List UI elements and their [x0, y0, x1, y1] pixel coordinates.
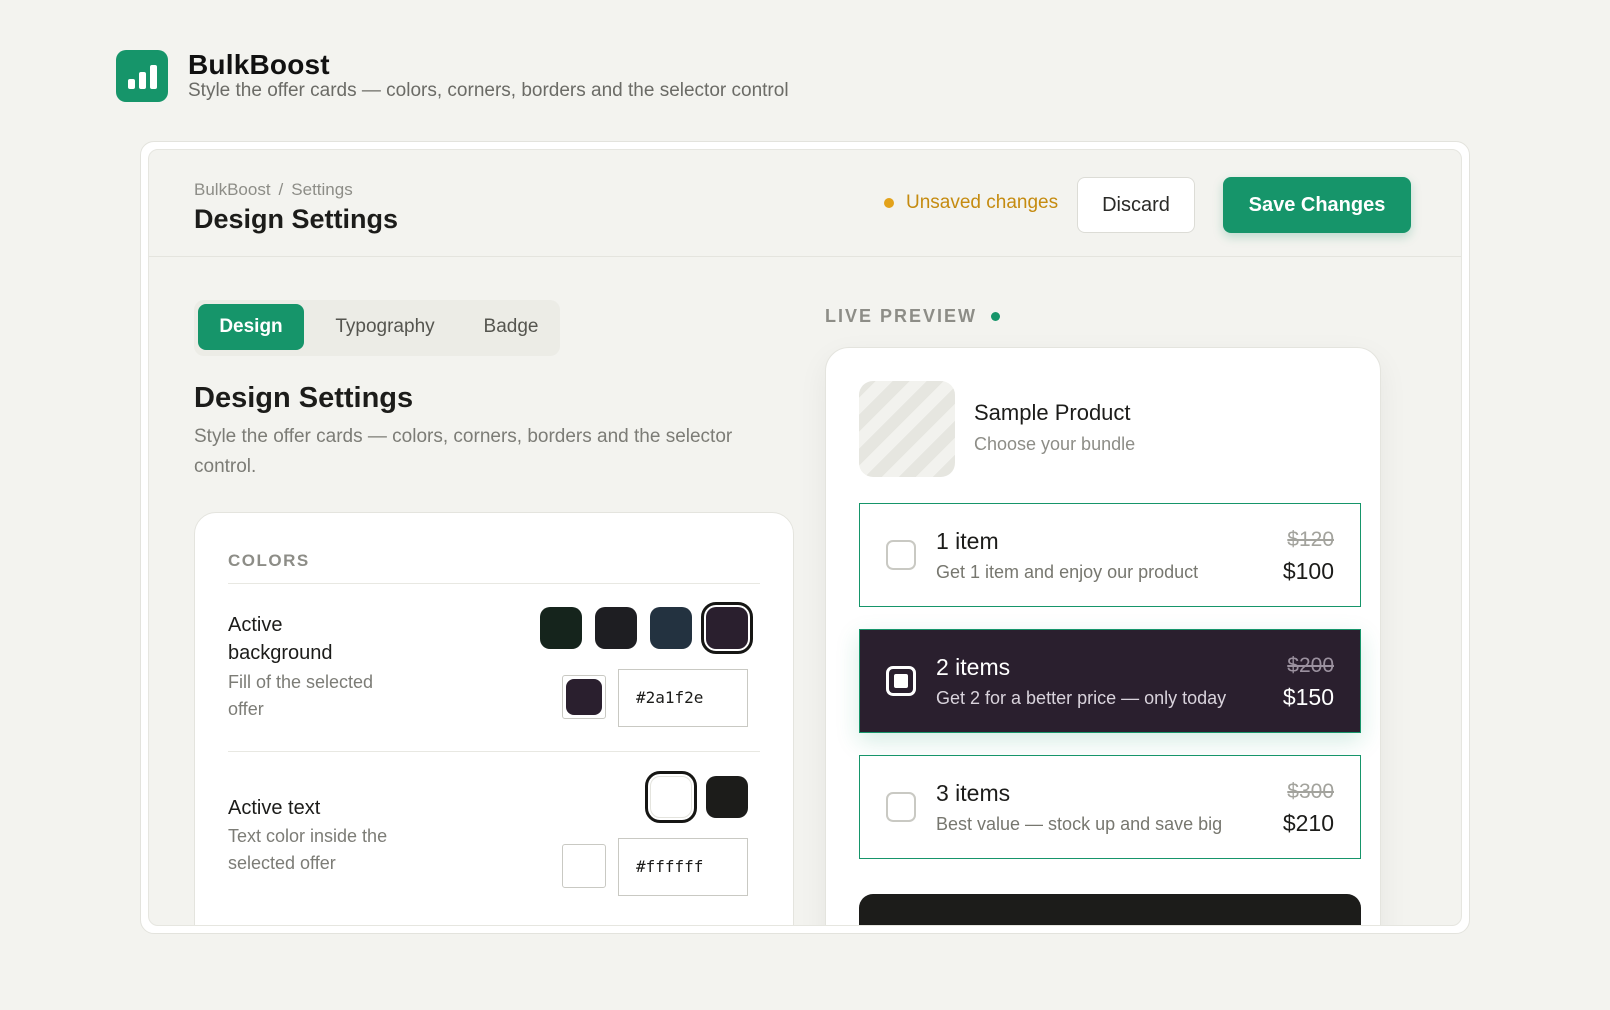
- active-background-title: Active background: [228, 614, 333, 664]
- colors-card: COLORS Active background Fill of the sel…: [194, 512, 794, 925]
- live-preview-label: LIVE PREVIEW: [825, 306, 1001, 327]
- section-description: Style the offer cards — colors, corners,…: [194, 426, 733, 477]
- offer-old-price: $200: [1287, 654, 1334, 677]
- page-title: Design Settings: [194, 204, 399, 234]
- checkbox-icon[interactable]: [886, 792, 916, 822]
- tab-typography[interactable]: Typography: [310, 304, 460, 350]
- product-subtitle: Choose your bundle: [974, 434, 1136, 454]
- offer-title: 2 items: [936, 654, 1011, 680]
- section-title: Design Settings: [194, 382, 414, 414]
- settings-topbar: BulkBoost / Settings Design Settings Unsav…: [149, 150, 1461, 257]
- active-text-hex-input[interactable]: #ffffff: [618, 838, 748, 896]
- divider: [228, 583, 760, 584]
- offer-title: 3 items: [936, 780, 1011, 806]
- offer-price: $210: [1282, 810, 1334, 836]
- bar-chart-logo-icon: [116, 50, 168, 102]
- settings-frame: BulkBoost / Settings Design Settings Unsav…: [140, 141, 1470, 934]
- unsaved-status: Unsaved changes: [884, 192, 1058, 214]
- offer-card-1[interactable]: 1 item Get 1 item and enjoy our product …: [859, 503, 1361, 607]
- swatch-black[interactable]: [706, 776, 748, 818]
- active-background-hex-input[interactable]: #2a1f2e: [618, 669, 748, 727]
- settings-panel: BulkBoost / Settings Design Settings Unsav…: [148, 149, 1462, 926]
- breadcrumb-separator: /: [278, 180, 284, 199]
- breadcrumb-item-settings[interactable]: Settings: [291, 180, 352, 199]
- unsaved-status-label: Unsaved changes: [906, 192, 1059, 213]
- breadcrumb: BulkBoost / Settings: [194, 180, 353, 200]
- settings-tabs: Design Typography Badge: [194, 300, 560, 356]
- offer-price: $150: [1282, 684, 1334, 710]
- breadcrumb-item-bulkboost[interactable]: BulkBoost: [194, 180, 271, 199]
- swatch-slate[interactable]: [650, 607, 692, 649]
- tab-badge[interactable]: Badge: [466, 304, 556, 350]
- tab-design[interactable]: Design: [198, 304, 304, 350]
- offer-old-price: $300: [1287, 780, 1334, 803]
- checkbox-checked-icon[interactable]: [886, 666, 916, 696]
- offer-price: $100: [1282, 558, 1334, 584]
- divider: [228, 751, 760, 752]
- offer-card-2-selected[interactable]: 2 items Get 2 for a better price — only …: [859, 629, 1361, 733]
- active-background-description: Fill of the selected offer: [228, 672, 374, 719]
- save-changes-button[interactable]: Save Changes: [1223, 177, 1411, 233]
- active-text-description: Text color inside the selected offer: [228, 826, 388, 873]
- product-name: Sample Product: [974, 400, 1131, 425]
- add-to-cart-button[interactable]: [859, 894, 1361, 925]
- active-text-color-picker[interactable]: [562, 844, 606, 888]
- app-tagline: Style the offer cards — colors, corners,…: [188, 80, 789, 101]
- offer-description: Get 2 for a better price — only today: [936, 688, 1227, 708]
- swatch-white-selected[interactable]: [645, 771, 697, 823]
- app-header: BulkBoost Style the offer cards — colors…: [116, 50, 789, 102]
- offer-description: Get 1 item and enjoy our product: [936, 562, 1199, 582]
- offer-old-price: $120: [1287, 528, 1334, 551]
- checkbox-icon[interactable]: [886, 540, 916, 570]
- swatch-dark-green[interactable]: [540, 607, 582, 649]
- active-text-title: Active text: [228, 797, 321, 819]
- discard-button[interactable]: Discard: [1077, 177, 1195, 233]
- swatch-charcoal[interactable]: [595, 607, 637, 649]
- offer-description: Best value — stock up and save big: [936, 814, 1223, 834]
- swatch-plum-selected[interactable]: [701, 602, 753, 654]
- live-preview-card: Sample Product Choose your bundle 1 item…: [825, 347, 1381, 925]
- app-title: BulkBoost: [188, 49, 330, 80]
- live-preview-label-text: LIVE PREVIEW: [825, 306, 978, 326]
- colors-heading: COLORS: [228, 551, 310, 570]
- live-dot-icon: [991, 312, 1001, 321]
- offer-card-3[interactable]: 3 items Best value — stock up and save b…: [859, 755, 1361, 859]
- product-image-placeholder: [859, 381, 955, 477]
- active-background-color-picker[interactable]: [562, 675, 606, 719]
- offer-title: 1 item: [936, 528, 999, 554]
- warning-dot-icon: [884, 198, 894, 208]
